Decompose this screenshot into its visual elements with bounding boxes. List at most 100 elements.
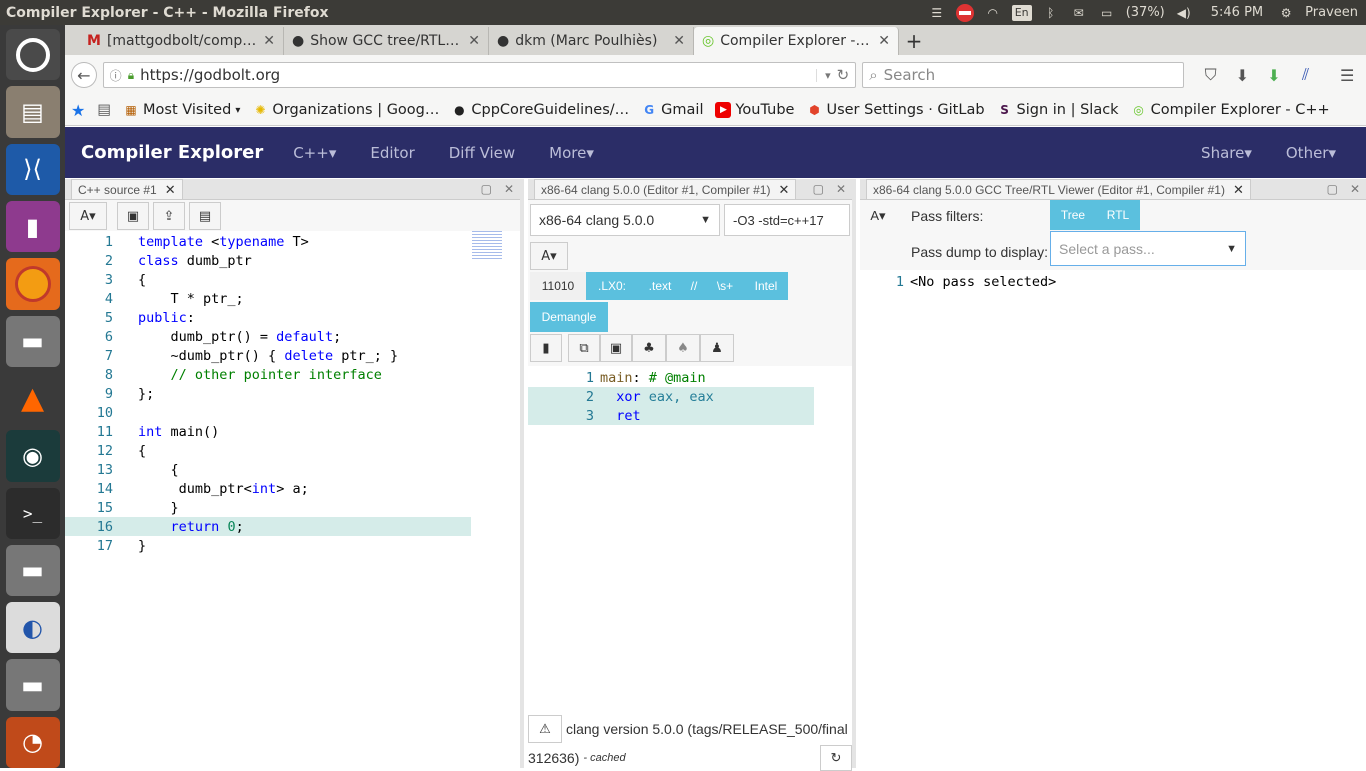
close-icon[interactable]: ✕ xyxy=(165,182,176,198)
wifi-icon[interactable]: ◠ xyxy=(984,5,1002,21)
close-icon[interactable]: ✕ xyxy=(1233,182,1244,198)
code-line[interactable]: 1 main: # @main xyxy=(528,368,852,387)
bookmark-item[interactable]: ✺ Organizations | Goog… xyxy=(252,102,439,118)
reload-icon[interactable]: ↻ xyxy=(837,66,850,84)
software-center-icon[interactable]: ◔ xyxy=(5,716,60,769)
gitkraken-icon[interactable]: ◉ xyxy=(5,430,60,482)
compiler-options-input[interactable]: -O3 -std=c++17 xyxy=(724,204,850,236)
nav-diff-view[interactable]: Diff View xyxy=(449,144,515,162)
gcc-tree-icon[interactable]: ♠ xyxy=(666,334,700,362)
code-line[interactable]: 6 dumb_ptr() = default; xyxy=(65,327,520,346)
search-box[interactable]: ⌕ Search xyxy=(862,62,1184,88)
close-icon[interactable]: ✕ xyxy=(836,182,846,196)
dropdown-arrow-icon[interactable]: ▾ xyxy=(816,68,831,82)
compiler-select[interactable]: x86-64 clang 5.0.0 ▼ xyxy=(530,204,720,236)
nav-editor[interactable]: Editor xyxy=(370,144,414,162)
file-manager-icon[interactable]: ▤ xyxy=(5,86,60,138)
bookmark-item[interactable]: S Sign in | Slack xyxy=(997,102,1118,118)
ubuntu-dash-icon[interactable] xyxy=(5,29,60,81)
url-text[interactable]: https://godbolt.org xyxy=(140,66,810,84)
menu-icon[interactable]: ☰ xyxy=(928,5,946,21)
code-line[interactable]: 8 // other pointer interface xyxy=(65,365,520,384)
info-icon[interactable]: ⓘ xyxy=(110,67,122,84)
save-icon[interactable]: ▣ xyxy=(117,202,149,230)
code-line[interactable]: 11 int main() xyxy=(65,422,520,441)
list-icon[interactable]: ▤ xyxy=(189,202,221,230)
nav-language[interactable]: C++▾ xyxy=(293,144,336,162)
filter-tree[interactable]: Tree xyxy=(1050,200,1096,230)
bluetooth-icon[interactable]: ᛒ xyxy=(1042,5,1060,21)
code-line[interactable]: 10 xyxy=(65,403,520,422)
disk-drive-icon[interactable]: ▬ xyxy=(5,315,60,367)
mail-icon[interactable]: ✉ xyxy=(1070,5,1088,21)
browser-tab[interactable]: M [mattgodbolt/comp… ✕ xyxy=(79,27,284,55)
code-line[interactable]: 4 T * ptr_; xyxy=(65,289,520,308)
disk-drive-icon[interactable]: ▬ xyxy=(5,544,60,597)
source-tab[interactable]: C++ source #1 ✕ xyxy=(71,179,183,199)
close-icon[interactable]: ✕ xyxy=(778,182,789,198)
demangle-button[interactable]: Demangle xyxy=(530,302,608,332)
output-icon[interactable]: ▮ xyxy=(530,334,562,362)
filter-whitespace[interactable]: \s+ xyxy=(706,272,744,300)
downloads-icon[interactable]: ⬇ xyxy=(1229,62,1255,88)
code-line[interactable]: 13 { xyxy=(65,460,520,479)
battery-icon[interactable]: ▭ xyxy=(1098,5,1116,21)
code-line[interactable]: 1 <No pass selected> xyxy=(860,272,1366,291)
bookmark-item[interactable]: ● CppCoreGuidelines/… xyxy=(451,102,629,118)
code-line[interactable]: 7 ~dumb_ptr() { delete ptr_; } xyxy=(65,346,520,365)
close-tab-icon[interactable]: ✕ xyxy=(673,33,685,49)
close-tab-icon[interactable]: ✕ xyxy=(263,33,275,49)
code-line[interactable]: 3{ xyxy=(65,270,520,289)
firefox-icon[interactable] xyxy=(5,258,60,310)
filter-binary[interactable]: 11010 xyxy=(530,272,586,300)
upload-icon[interactable]: ⇪ xyxy=(153,202,185,230)
terminal-icon[interactable]: >_ xyxy=(5,487,60,539)
code-line[interactable]: 14 dumb_ptr<int> a; xyxy=(65,479,520,498)
vscode-icon[interactable]: ⟩⟨ xyxy=(5,143,60,195)
nav-more[interactable]: More▾ xyxy=(549,144,594,162)
viewer-tab[interactable]: x86-64 clang 5.0.0 GCC Tree/RTL Viewer (… xyxy=(866,179,1251,199)
maximize-icon[interactable]: ▢ xyxy=(813,182,824,196)
document-viewer-icon[interactable]: ◐ xyxy=(5,602,60,654)
bookmark-most-visited[interactable]: ▦ Most Visited ▾ xyxy=(123,102,240,118)
app-window-icon[interactable]: ▮ xyxy=(5,200,60,253)
source-editor[interactable]: 1 template <typename T> 2 class dumb_ptr 3{4… xyxy=(65,231,520,555)
code-line[interactable]: 16 return 0; xyxy=(65,517,471,536)
volume-icon[interactable]: ◀) xyxy=(1175,5,1193,21)
warning-icon[interactable]: ⚠ xyxy=(528,715,562,743)
user-name[interactable]: Praveen xyxy=(1305,5,1358,20)
cfg-icon[interactable]: ♟ xyxy=(700,334,734,362)
nav-other[interactable]: Other▾ xyxy=(1286,144,1336,162)
filter-comments[interactable]: // xyxy=(682,272,706,300)
browser-tab[interactable]: ● Show GCC tree/RTL … ✕ xyxy=(284,27,489,55)
filter-rtl[interactable]: RTL xyxy=(1096,200,1140,230)
close-icon[interactable]: ✕ xyxy=(1350,182,1360,196)
code-line[interactable]: 5 public: xyxy=(65,308,520,327)
bookmark-item[interactable]: ⬢ User Settings · GitLab xyxy=(806,102,984,118)
code-line[interactable]: 1 template <typename T> xyxy=(65,232,520,251)
pass-select[interactable]: Select a pass... ▼ xyxy=(1050,231,1246,266)
disk-drive-icon[interactable]: ▬ xyxy=(5,659,60,711)
url-bar[interactable]: ⓘ 🔒︎ https://godbolt.org ▾ ↻ xyxy=(102,62,857,88)
code-line[interactable]: 9}; xyxy=(65,384,520,403)
maximize-icon[interactable]: ▢ xyxy=(1327,182,1338,196)
close-tab-icon[interactable]: ✕ xyxy=(468,33,480,49)
keyboard-layout-indicator[interactable]: En xyxy=(1011,4,1032,21)
extension-download-icon[interactable]: ⬇ xyxy=(1261,62,1287,88)
ast-tree-icon[interactable]: ♣ xyxy=(632,334,666,362)
bookmark-item[interactable]: ◎ Compiler Explorer - C++ xyxy=(1131,102,1329,118)
library-icon[interactable]: ⫽ xyxy=(1293,62,1319,88)
clock[interactable]: 5:46 PM xyxy=(1211,5,1263,20)
pass-dump-output[interactable]: 1 <No pass selected> xyxy=(860,270,1366,291)
code-line[interactable]: 12 { xyxy=(65,441,520,460)
vlc-icon[interactable]: ▲ xyxy=(5,372,60,425)
filter-labels[interactable]: .LX0: xyxy=(586,272,638,300)
close-icon[interactable]: ✕ xyxy=(504,182,514,196)
back-button[interactable]: ← xyxy=(71,62,97,88)
new-tab-button[interactable]: + xyxy=(899,27,929,55)
filter-directives[interactable]: .text xyxy=(638,272,682,300)
close-tab-icon[interactable]: ✕ xyxy=(878,33,890,49)
browser-tab[interactable]: ● dkm (Marc Poulhiès) ✕ xyxy=(489,27,694,55)
code-line[interactable]: 2 xor eax, eax xyxy=(528,387,814,406)
compiler-tab[interactable]: x86-64 clang 5.0.0 (Editor #1, Compiler … xyxy=(534,179,797,199)
